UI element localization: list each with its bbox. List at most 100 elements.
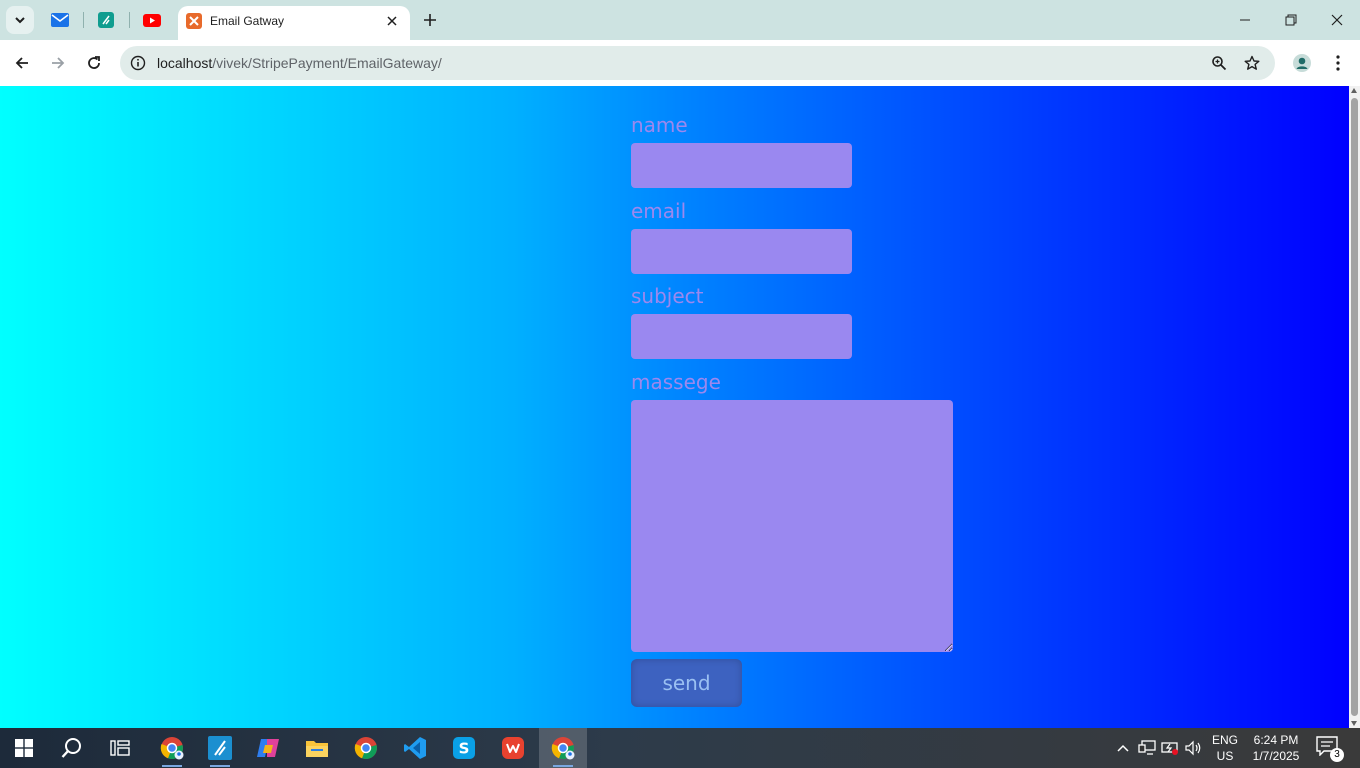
youtube-icon: [143, 13, 161, 27]
forward-button[interactable]: [44, 49, 72, 77]
start-button[interactable]: [0, 728, 48, 768]
chrome-active-icon: [551, 737, 575, 760]
zoom-button[interactable]: [1207, 51, 1231, 75]
mail-icon: [51, 13, 69, 27]
taskbar-clock[interactable]: 6:24 PM 1/7/2025: [1248, 732, 1304, 764]
url-host: localhost: [157, 55, 213, 71]
tray-overflow-button[interactable]: [1113, 738, 1133, 758]
taskbar-chrome-profile[interactable]: [148, 728, 196, 768]
name-input[interactable]: [631, 143, 852, 188]
close-icon: [387, 16, 397, 26]
vscode-icon: [404, 737, 426, 759]
message-textarea[interactable]: [631, 400, 953, 652]
menu-icon: [1336, 55, 1340, 71]
restore-icon: [1285, 14, 1297, 26]
reload-icon: [88, 56, 100, 69]
taskbar-vscode[interactable]: [391, 728, 439, 768]
window-close-button[interactable]: [1314, 0, 1360, 40]
subject-input[interactable]: [631, 314, 852, 359]
bookmark-button[interactable]: [1240, 51, 1264, 75]
profile-icon: [1293, 54, 1311, 72]
taskbar-file-explorer[interactable]: [293, 728, 341, 768]
page-scrollbar[interactable]: [1349, 86, 1360, 728]
skype-icon: S: [453, 737, 475, 759]
pinned-tab-mail[interactable]: [48, 8, 72, 32]
back-icon: [15, 57, 28, 69]
email-input[interactable]: [631, 229, 852, 274]
url-path: /vivek/StripePayment/EmailGateway/: [212, 55, 442, 71]
battery-warning-icon: [1161, 742, 1178, 755]
minimize-button[interactable]: [1222, 0, 1268, 40]
minimize-icon: [1240, 19, 1250, 21]
app-icon: [208, 736, 232, 760]
pinned-tab-app[interactable]: [94, 8, 118, 32]
network-icon: [1138, 740, 1156, 755]
subject-label: subject: [631, 284, 704, 308]
star-icon: [1244, 55, 1260, 70]
tab-separator: [129, 12, 130, 28]
restore-button[interactable]: [1268, 0, 1314, 40]
zoom-icon: [1212, 56, 1227, 71]
running-indicator: [553, 765, 573, 767]
info-icon: [130, 55, 146, 71]
volume-icon: [1185, 740, 1201, 756]
send-button[interactable]: send: [631, 659, 742, 707]
scroll-up-arrow[interactable]: [1351, 88, 1357, 93]
xampp-icon: [186, 13, 202, 29]
browser-menu-button[interactable]: [1324, 49, 1352, 77]
running-indicator: [162, 765, 182, 767]
copilot-icon: [257, 739, 279, 757]
wps-icon: [502, 737, 524, 759]
clock-date: 1/7/2025: [1252, 749, 1300, 763]
taskbar-copilot[interactable]: [244, 728, 292, 768]
taskbar-app[interactable]: [196, 728, 244, 768]
tab-search-button[interactable]: [6, 6, 34, 34]
scroll-down-arrow[interactable]: [1351, 721, 1357, 726]
taskbar-chrome[interactable]: [342, 728, 390, 768]
tab-close-button[interactable]: [382, 11, 402, 31]
active-tab[interactable]: Email Gatway: [178, 6, 410, 40]
task-view-icon: [110, 740, 130, 756]
taskbar-search-button[interactable]: [48, 728, 96, 768]
email-label: email: [631, 199, 687, 223]
browser-toolbar: localhost/vivek/StripePayment/EmailGatew…: [0, 40, 1360, 86]
title-bar: Email Gatway: [0, 0, 1360, 40]
language-region: US: [1216, 749, 1234, 763]
tab-title: Email Gatway: [210, 14, 285, 28]
plus-icon: [424, 14, 436, 26]
tray-volume[interactable]: [1184, 738, 1204, 758]
taskbar-skype[interactable]: S: [440, 728, 488, 768]
address-bar[interactable]: localhost/vivek/StripePayment/EmailGatew…: [120, 46, 1275, 80]
search-icon: [61, 738, 81, 758]
window-close-icon: [1331, 14, 1343, 26]
notification-count-badge: 3: [1330, 748, 1344, 762]
reload-button[interactable]: [80, 49, 108, 77]
name-label: name: [631, 113, 688, 137]
language-code: ENG: [1211, 733, 1238, 747]
back-button[interactable]: [8, 49, 36, 77]
pinned-tab-youtube[interactable]: [140, 8, 164, 32]
task-view-button[interactable]: [96, 728, 144, 768]
tray-battery[interactable]: [1160, 738, 1180, 758]
site-info-button[interactable]: [128, 53, 148, 73]
url-text[interactable]: localhost/vivek/StripePayment/EmailGatew…: [157, 55, 442, 71]
scrollbar-thumb[interactable]: [1351, 98, 1358, 716]
file-explorer-icon: [306, 741, 328, 757]
notification-center-button[interactable]: 3: [1316, 736, 1344, 762]
svg-text:S: S: [459, 740, 470, 758]
taskbar-chrome-active[interactable]: [539, 728, 587, 768]
language-indicator[interactable]: ENG US: [1208, 732, 1242, 764]
running-indicator: [210, 765, 230, 767]
windows-taskbar: S ENG US 6:24 PM 1/7/2025 3: [0, 728, 1360, 768]
taskbar-wps[interactable]: [489, 728, 537, 768]
app-icon: [98, 12, 114, 28]
chevron-up-icon: [1117, 744, 1129, 752]
chrome-icon: [354, 737, 377, 760]
tray-network[interactable]: [1137, 738, 1157, 758]
profile-button[interactable]: [1288, 49, 1316, 77]
message-label: massege: [631, 370, 721, 394]
new-tab-button[interactable]: [418, 8, 442, 32]
forward-icon: [52, 57, 65, 69]
chrome-profile-icon: [160, 737, 184, 760]
tab-separator: [83, 12, 84, 28]
